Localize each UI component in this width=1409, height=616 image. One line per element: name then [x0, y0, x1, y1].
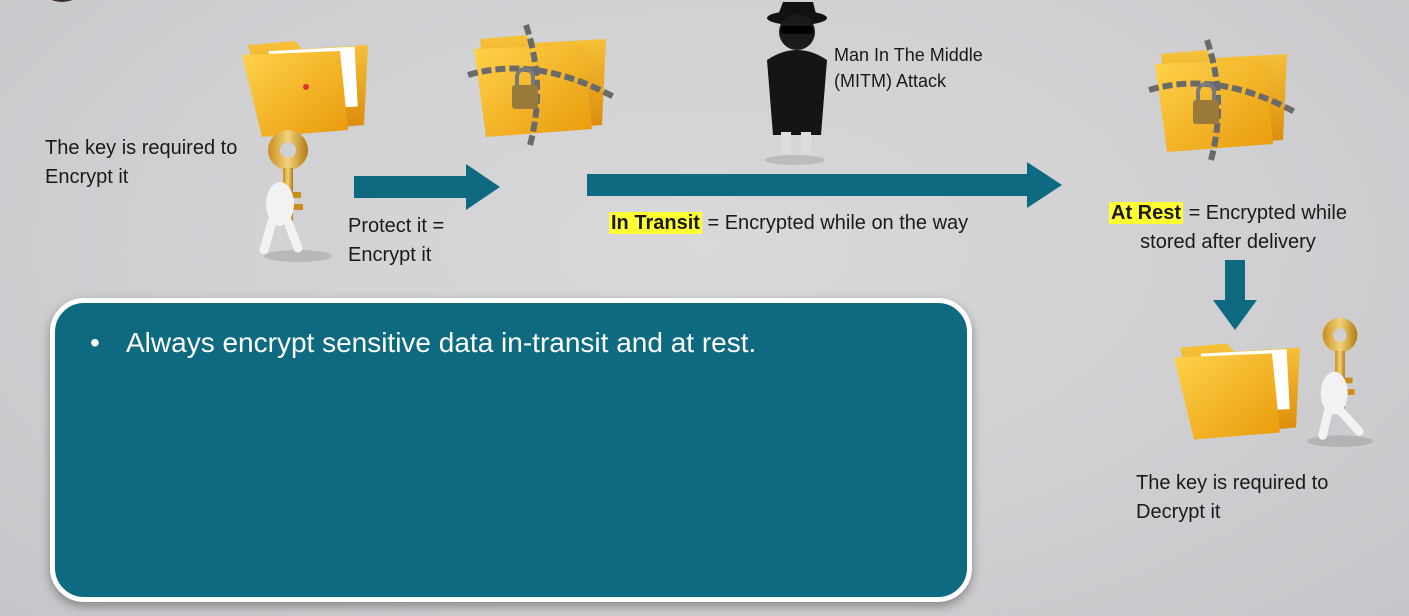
in-transit-caption: In Transit = Encrypted while on the way — [609, 212, 969, 234]
encrypt-key-caption: The key is required to Encrypt it — [45, 137, 238, 188]
decrypt-figure-holding-key-icon — [1300, 312, 1380, 447]
decrypt-key-caption: The key is required to Decrypt it — [1136, 472, 1329, 523]
in-transit-highlight: In Transit — [609, 212, 702, 234]
bullet-marker: • — [90, 327, 100, 358]
at-rest-caption: At Rest = Encrypted while stored after d… — [1109, 202, 1347, 253]
summary-panel: • Always encrypt sensitive data in-transi… — [50, 298, 972, 602]
presenter-avatar-icon — [40, 0, 84, 4]
at-rest-locked-folder-icon — [1142, 39, 1302, 161]
figure-holding-key-icon — [258, 122, 338, 262]
summary-bullet-item: • Always encrypt sensitive data in-transi… — [90, 325, 756, 361]
spy-figure-icon — [755, 0, 835, 165]
decrypt-open-folder-icon — [1172, 335, 1307, 445]
chained-locked-folder-icon — [466, 24, 616, 146]
at-rest-highlight: At Rest — [1109, 202, 1184, 224]
summary-bullet-text: Always encrypt sensitive data in-transit… — [126, 327, 757, 358]
protect-caption: Protect it = Encrypt it — [348, 215, 445, 266]
mitm-caption: Man In The Middle (MITM) Attack — [834, 45, 983, 91]
in-transit-arrow — [587, 162, 1062, 208]
down-arrow — [1213, 260, 1257, 330]
protect-arrow — [354, 164, 500, 210]
